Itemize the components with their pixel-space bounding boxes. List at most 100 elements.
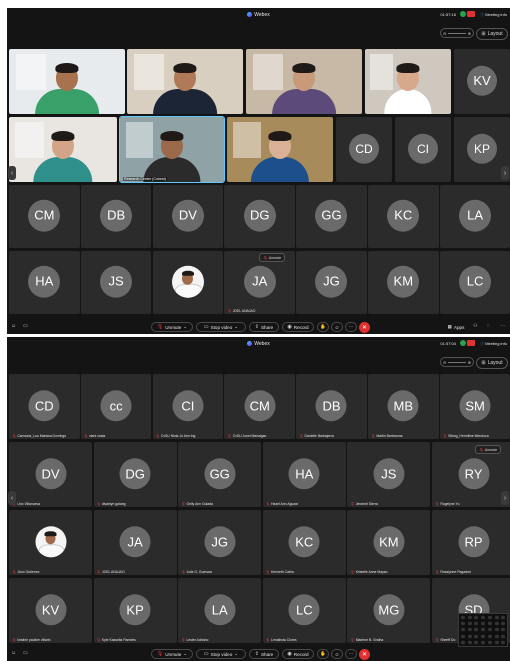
participant-tile[interactable]: SM 🎙Siblog_Hermiline Mendoza [439,374,510,439]
person-body [250,157,310,182]
zoom-in-icon[interactable]: ⊕ [468,31,471,36]
layout-button[interactable]: ⊞ Layout [476,28,508,40]
security-shield-icon[interactable] [460,11,466,17]
hand-raise-button[interactable]: ✋ [317,649,329,659]
participant-tile[interactable]: JS 🎙Jeramel Sierra [347,442,431,507]
active-speaker-video-tile[interactable]: Research Center (Cobest) [119,116,225,183]
share-button[interactable]: ⇪ Share [249,649,279,659]
captions-icon[interactable]: ▭ [23,323,28,329]
participant-tile[interactable]: GG 🎙Gelly Ann Gulada [178,442,262,507]
participant-tile[interactable] [152,251,224,314]
end-meeting-button[interactable]: ✕ [359,322,370,333]
avatar: JA [243,265,276,298]
avatar: LC [288,593,320,625]
zoom-slider[interactable]: ⊖ ⊕ [440,357,474,367]
participant-tile[interactable]: CD 🎙Carmona_Lou Marissa Domingo [9,374,80,439]
participant-tile[interactable]: DG [224,185,295,248]
record-button[interactable]: ◉ Record [282,649,314,659]
participant-tile[interactable]: CM 🎙CvSU Jonel Manalgan [224,374,295,439]
reactions-button[interactable]: ☺ [331,649,343,659]
meeting-info-button[interactable]: ⓘMeeting info [480,341,507,347]
participant-tile[interactable]: RP 🎙Rosalynne Pagaduri [432,510,510,575]
record-button[interactable]: ◉ Record [282,322,314,332]
security-shield-icon[interactable] [460,340,466,346]
meeting-info-button[interactable]: ⓘMeeting info [480,12,507,18]
page-overview-thumbnail[interactable] [458,613,508,647]
prev-page-arrow[interactable]: ‹ [8,166,16,180]
participants-icon[interactable]: ⚇ [473,323,477,329]
stop-video-button[interactable]: ▭ Stop video ⌄ [196,322,246,332]
reactions-icon[interactable]: ☺ [11,650,16,656]
more-icon[interactable]: ⋯ [500,323,505,329]
participant-tile[interactable]: 🎙Jhun Gutierrez [9,510,92,575]
participant-tile[interactable]: DB 🎙Danielle Barbajeros [296,374,367,439]
participant-tile[interactable]: DV [152,185,224,248]
participant-tile[interactable]: LC 🎙Lenalinda Clores [262,578,346,643]
share-button[interactable]: ⇪ Share [249,322,279,332]
prev-page-arrow[interactable]: ‹ [8,491,16,505]
participant-tile[interactable]: DB [80,185,152,248]
zoom-out-icon[interactable]: ⊖ [443,360,446,365]
participant-tile[interactable]: cc 🎙clark costa [80,374,152,439]
participant-name: 🎙Uno Villanueva [12,502,40,506]
participant-tile[interactable]: KP 🎙Kyle Kassella Paredes [93,578,177,643]
participant-tile[interactable]: DV 🎙Uno Villanueva [9,442,92,507]
participant-tile[interactable]: KC [368,185,439,248]
participant-tile[interactable]: CI 🎙CvSU Ninia Jo Ann Ing [152,374,224,439]
mic-muted-icon: 🎙 [83,434,89,438]
participant-tile[interactable]: JA 🎙JOEL ANAJAO [93,510,177,575]
next-page-arrow[interactable]: › [501,491,509,505]
participant-tile[interactable]: LA [439,185,510,248]
participant-tile[interactable]: HA [9,251,80,314]
participant-tile[interactable]: CI [395,117,451,182]
video-tile[interactable] [246,49,362,114]
mic-muted-icon: 🎙 [227,434,232,438]
participant-tile[interactable]: CD [336,117,392,182]
mic-muted-icon: 🎙 [12,434,17,438]
unmute-hover-pill[interactable]: 🎙 Unmute [259,253,286,262]
more-options-button[interactable]: ⋯ [345,322,357,332]
participant-tile[interactable]: HA 🎙Hazel Ann Aguzar [262,442,346,507]
participant-tile[interactable]: CM [9,185,80,248]
apps-button[interactable]: ▦ Apps [445,322,467,332]
chat-icon[interactable]: ◌ [487,323,490,329]
video-tile[interactable] [227,117,333,182]
zoom-slider[interactable]: ⊖ ⊕ [440,28,474,38]
close-icon: ✕ [361,325,368,331]
unmute-button[interactable]: 🎙 Unmute ⌄ [151,322,193,332]
unmute-hover-pill[interactable]: 🎙 Unmute [475,445,502,454]
unmute-button[interactable]: 🎙 Unmute ⌄ [151,649,193,659]
stop-video-button[interactable]: ▭ Stop video ⌄ [196,649,246,659]
hand-raise-button[interactable]: ✋ [317,322,329,332]
zoom-out-icon[interactable]: ⊖ [443,31,446,36]
participant-tile[interactable]: GG [296,185,367,248]
participant-tile[interactable]: JS [80,251,152,314]
video-tile[interactable] [365,49,451,114]
participant-tile[interactable]: MB 🎙Martin Barbarona [368,374,439,439]
participant-tile[interactable]: MG 🎙Marlene B. Gralha [347,578,431,643]
chevron-down-icon: ⌄ [234,651,239,656]
participant-tile[interactable]: KV 🎙kristine pauline villarin [9,578,92,643]
zoom-in-icon[interactable]: ⊕ [468,360,471,365]
participant-tile[interactable]: KC 🎙Kenneth Catha [262,510,346,575]
reactions-icon[interactable]: ☺ [11,323,16,329]
end-meeting-button[interactable]: ✕ [359,649,370,660]
video-tile[interactable] [9,49,125,114]
app-title: Webex [7,341,510,347]
participant-tile[interactable]: LC [439,251,510,314]
participant-tile[interactable]: LA 🎙Lester Adriano [178,578,262,643]
participant-tile[interactable]: KV [454,49,510,114]
reactions-button[interactable]: ☺ [331,322,343,332]
person-hair [173,63,197,74]
video-tile[interactable] [9,117,117,182]
participant-tile[interactable]: DG 🎙divaelyn galang [93,442,177,507]
participant-tile[interactable]: KM 🎙Kristelle Anne Mayao [347,510,431,575]
next-page-arrow[interactable]: › [501,166,509,180]
captions-icon[interactable]: ▭ [23,650,28,656]
participant-tile[interactable]: JG 🎙Julie G. Guevara [178,510,262,575]
layout-button[interactable]: ⊞ Layout [476,357,508,369]
participant-tile[interactable]: JG [296,251,367,314]
more-options-button[interactable]: ⋯ [345,649,357,659]
participant-tile[interactable]: KM [368,251,439,314]
video-tile[interactable] [127,49,243,114]
